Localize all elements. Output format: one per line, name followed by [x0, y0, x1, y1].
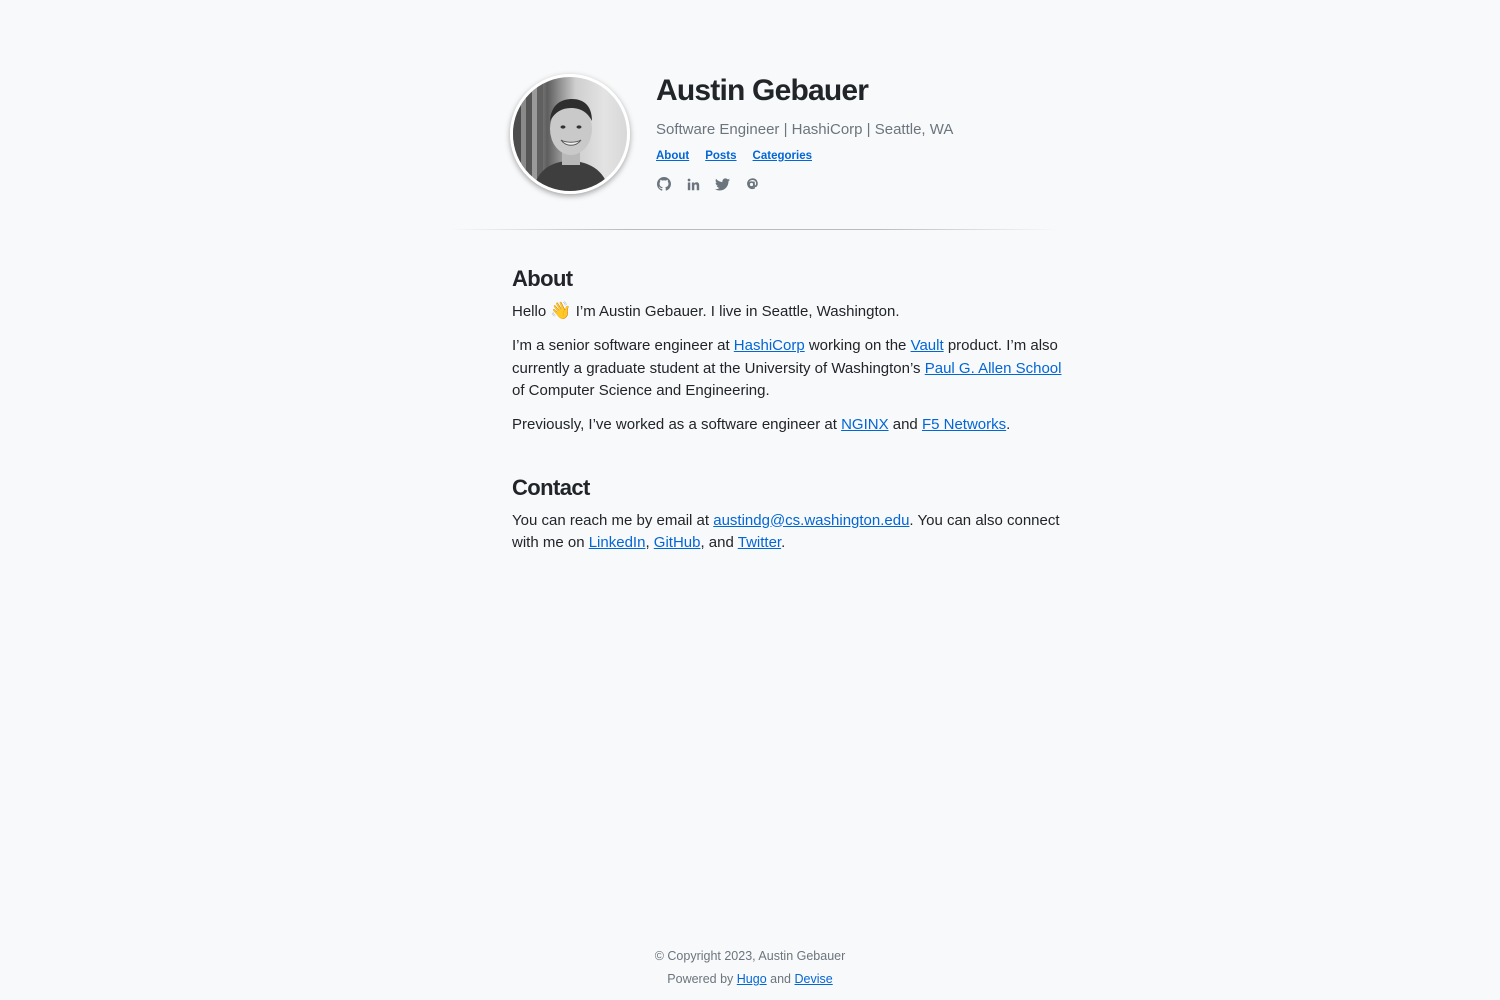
- previous-text-b: and: [892, 416, 918, 433]
- site-footer: © Copyright 2023, Austin Gebauer Powered…: [0, 945, 1500, 991]
- powered-by-text: Powered by: [667, 972, 734, 986]
- main-nav: About Posts Categories: [656, 149, 1076, 163]
- f5-networks-link[interactable]: F5 Networks: [922, 416, 1006, 433]
- nginx-link[interactable]: NGINX: [841, 416, 889, 433]
- greeting-intro: I’m Austin Gebauer. I live in Seattle, W…: [575, 303, 900, 320]
- copyright-text: © Copyright 2023, Austin Gebauer: [654, 949, 846, 963]
- about-previous-roles: Previously, I’ve worked as a software en…: [512, 414, 1064, 437]
- role-text-b: working on the: [808, 337, 907, 354]
- contact-text-c: ,: [645, 534, 650, 551]
- email-icon[interactable]: [743, 176, 759, 192]
- contact-text: You can reach me by email at austindg@cs…: [512, 510, 1064, 555]
- social-links: [656, 176, 1076, 192]
- github-icon[interactable]: [656, 176, 672, 192]
- about-current-role: I’m a senior software engineer at HashiC…: [512, 335, 1064, 403]
- devise-link[interactable]: Devise: [795, 972, 833, 986]
- nav-categories-link[interactable]: Categories: [753, 149, 812, 163]
- nav-posts-link[interactable]: Posts: [705, 149, 736, 163]
- header-text: Austin Gebauer Software Engineer | Hashi…: [656, 74, 1076, 192]
- role-text-d: of Computer Science and Engineering.: [512, 382, 770, 399]
- avatar-photo: [513, 77, 609, 191]
- header-divider: [448, 229, 1058, 230]
- vault-link[interactable]: Vault: [911, 337, 944, 354]
- github-link[interactable]: GitHub: [654, 534, 701, 551]
- page: Austin Gebauer Software Engineer | Hashi…: [0, 0, 1500, 1000]
- main-content: About Hello 👋 I’m Austin Gebauer. I live…: [512, 266, 1064, 566]
- allen-school-link[interactable]: Paul G. Allen School: [925, 360, 1062, 377]
- greeting-text: Hello: [512, 303, 547, 320]
- waving-hand-emoji: 👋: [550, 301, 572, 320]
- linkedin-icon[interactable]: [685, 176, 701, 192]
- site-header: Austin Gebauer Software Engineer | Hashi…: [510, 74, 1070, 194]
- previous-text-c: .: [1006, 416, 1011, 433]
- nav-about-link[interactable]: About: [656, 149, 689, 163]
- powered-by-and: and: [770, 972, 792, 986]
- hugo-link[interactable]: Hugo: [737, 972, 767, 986]
- about-section: About Hello 👋 I’m Austin Gebauer. I live…: [512, 266, 1064, 437]
- hashicorp-link[interactable]: HashiCorp: [734, 337, 805, 354]
- role-text-a: I’m a senior software engineer at: [512, 337, 730, 354]
- about-heading: About: [512, 266, 573, 291]
- twitter-link[interactable]: Twitter: [738, 534, 781, 551]
- contact-text-e: .: [781, 534, 786, 551]
- twitter-icon[interactable]: [714, 176, 730, 192]
- about-greeting: Hello 👋 I’m Austin Gebauer. I live in Se…: [512, 301, 1064, 324]
- email-link[interactable]: austindg@cs.washington.edu: [713, 512, 909, 529]
- contact-text-a: You can reach me by email at: [512, 511, 710, 529]
- tagline: Software Engineer | HashiCorp | Seattle,…: [656, 121, 954, 138]
- contact-heading: Contact: [512, 474, 590, 500]
- previous-text-a: Previously, I’ve worked as a software en…: [512, 416, 837, 433]
- linkedin-link[interactable]: LinkedIn: [589, 534, 646, 551]
- powered-by: Powered by Hugo and Devise: [0, 968, 1500, 991]
- site-title[interactable]: Austin Gebauer: [656, 74, 1076, 108]
- contact-text-d: , and: [700, 534, 734, 551]
- avatar[interactable]: [510, 74, 630, 194]
- contact-section: Contact You can reach me by email at aus…: [512, 475, 1064, 555]
